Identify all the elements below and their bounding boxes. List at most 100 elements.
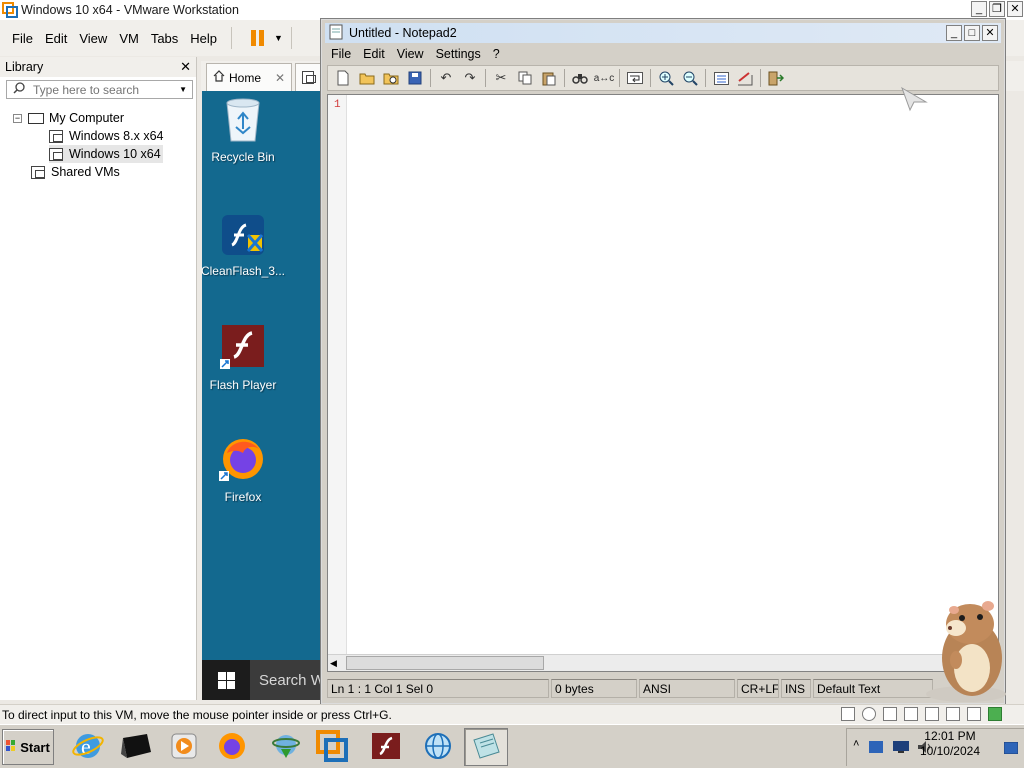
search-dropdown-icon[interactable]: ▼ (179, 85, 187, 94)
show-hidden-icons[interactable]: ˄ (853, 738, 859, 750)
menu-edit[interactable]: Edit (39, 31, 73, 46)
undo-icon[interactable]: ↶ (437, 69, 455, 87)
word-wrap-icon[interactable] (626, 69, 644, 87)
shared-vms-icon (31, 165, 45, 179)
taskbar-download-manager[interactable] (264, 728, 308, 766)
tree-item-shared-vms[interactable]: Shared VMs (31, 163, 120, 181)
menu-tabs[interactable]: Tabs (145, 31, 184, 46)
np-menu-view[interactable]: View (391, 47, 430, 61)
notepad2-window-title: Untitled - Notepad2 (349, 26, 457, 40)
tab-home[interactable]: Home ✕ (206, 63, 292, 91)
monitor-tray-icon[interactable] (893, 740, 909, 757)
status-encoding[interactable]: ANSI (639, 678, 735, 698)
scrollbar-thumb[interactable] (346, 656, 544, 670)
scheme-icon[interactable] (712, 69, 730, 87)
system-clock[interactable]: 12:01 PM 10/10/2024 (920, 729, 980, 759)
status-position: Ln 1 : 1 Col 1 Sel 0 (327, 678, 549, 698)
taskbar-vmware[interactable] (310, 728, 354, 766)
scroll-left-icon[interactable]: ◀ (330, 658, 337, 669)
notepad2-title-bar[interactable]: Untitled - Notepad2 _ □ ✕ (325, 23, 1001, 43)
save-icon[interactable] (406, 69, 424, 87)
mouse-pointer-icon (900, 86, 930, 115)
computer-icon (28, 112, 44, 124)
maximize-icon[interactable]: □ (964, 25, 980, 41)
close-tab-icon[interactable]: ✕ (275, 71, 285, 85)
desktop-icon-firefox[interactable]: Firefox (195, 435, 291, 504)
cd-drive-icon[interactable] (862, 707, 876, 721)
np-menu-help[interactable]: ? (487, 47, 506, 61)
bluetooth-tray-icon[interactable] (869, 740, 883, 757)
taskbar-media-box[interactable] (114, 728, 158, 766)
paste-icon[interactable] (540, 69, 558, 87)
customize-scheme-icon[interactable] (736, 69, 754, 87)
close-icon[interactable]: ✕ (982, 25, 998, 41)
menu-file[interactable]: File (6, 31, 39, 46)
show-desktop-icon[interactable] (1003, 741, 1019, 757)
library-panel: Library ✕ ▼ − My Computer Windows 8.x x6… (0, 57, 197, 700)
minimize-icon[interactable]: _ (971, 1, 987, 17)
replace-icon[interactable]: a↔c (594, 69, 615, 87)
tree-item-my-computer[interactable]: − My Computer (13, 109, 124, 127)
taskbar-media-player[interactable] (162, 728, 206, 766)
globe-icon (423, 731, 453, 764)
cleanflash-installer-icon (220, 215, 266, 260)
vmware-status-bar: To direct input to this VM, move the mou… (0, 704, 1024, 724)
status-size: 0 bytes (551, 678, 637, 698)
close-library-icon[interactable]: ✕ (180, 59, 191, 75)
taskbar-flash-player[interactable] (364, 728, 408, 766)
usb-icon[interactable] (925, 707, 939, 721)
start-button[interactable]: Start (2, 729, 54, 765)
taskbar-network-globe[interactable] (416, 728, 460, 766)
taskbar-internet-explorer[interactable]: e (66, 728, 110, 766)
desktop-icon-recycle-bin[interactable]: Recycle Bin (195, 97, 291, 164)
tree-item-windows-8[interactable]: Windows 8.x x64 (49, 127, 163, 145)
find-icon[interactable] (571, 69, 589, 87)
copy-icon[interactable] (516, 69, 534, 87)
np-menu-settings[interactable]: Settings (430, 47, 487, 61)
guest-search-box[interactable]: Search W (250, 660, 322, 700)
horizontal-scrollbar[interactable]: ◀ (328, 654, 1000, 671)
sound-icon[interactable] (946, 707, 960, 721)
hamster-desktop-pet[interactable] (920, 598, 1010, 706)
menu-vm[interactable]: VM (113, 31, 145, 46)
hard-disk-icon[interactable] (841, 707, 855, 721)
notepad2-toolbar: ↶ ↷ ✂ a↔c (327, 65, 999, 91)
floppy-icon[interactable] (883, 707, 897, 721)
zoom-out-icon[interactable] (681, 69, 699, 87)
collapse-icon[interactable]: − (13, 113, 22, 123)
exit-icon[interactable] (767, 69, 785, 87)
menu-help[interactable]: Help (184, 31, 223, 46)
cut-icon[interactable]: ✂ (492, 69, 510, 87)
windows-start-icon[interactable] (218, 672, 235, 692)
taskbar-firefox[interactable] (210, 728, 254, 766)
restore-icon[interactable]: ❐ (989, 1, 1005, 17)
desktop-icon-label: CleanFlash_3... (200, 264, 286, 278)
zoom-in-icon[interactable] (657, 69, 675, 87)
library-search[interactable]: ▼ (6, 80, 193, 99)
minimize-icon[interactable]: _ (946, 25, 962, 41)
pause-dropdown-icon[interactable]: ▼ (274, 33, 283, 43)
desktop-icon-cleanflash[interactable]: CleanFlash_3... (195, 213, 291, 278)
printer-icon[interactable] (904, 707, 918, 721)
network-icon[interactable] (967, 707, 981, 721)
np-menu-edit[interactable]: Edit (357, 47, 391, 61)
open-folder-icon[interactable] (358, 69, 376, 87)
close-icon[interactable]: ✕ (1007, 1, 1023, 17)
redo-icon[interactable]: ↷ (461, 69, 479, 87)
browse-icon[interactable] (382, 69, 400, 87)
notepad2-editor[interactable]: 1 ◀ (327, 94, 1000, 672)
pause-vm-button[interactable] (250, 29, 266, 47)
guest-desktop: Recycle Bin CleanFlash_3... Flash Player (201, 91, 322, 660)
tree-item-windows-10[interactable]: Windows 10 x64 (49, 145, 163, 163)
tab-windows-10[interactable] (295, 63, 321, 91)
status-eol[interactable]: CR+LF (737, 678, 779, 698)
new-file-icon[interactable] (334, 69, 352, 87)
status-scheme[interactable]: Default Text (813, 678, 933, 698)
menu-view[interactable]: View (73, 31, 113, 46)
status-mode[interactable]: INS (781, 678, 811, 698)
library-search-input[interactable] (33, 82, 173, 97)
taskbar-notepad2[interactable] (464, 728, 508, 766)
np-menu-file[interactable]: File (325, 47, 357, 61)
message-icon[interactable] (988, 707, 1002, 721)
desktop-icon-flash-player[interactable]: Flash Player (195, 323, 291, 392)
